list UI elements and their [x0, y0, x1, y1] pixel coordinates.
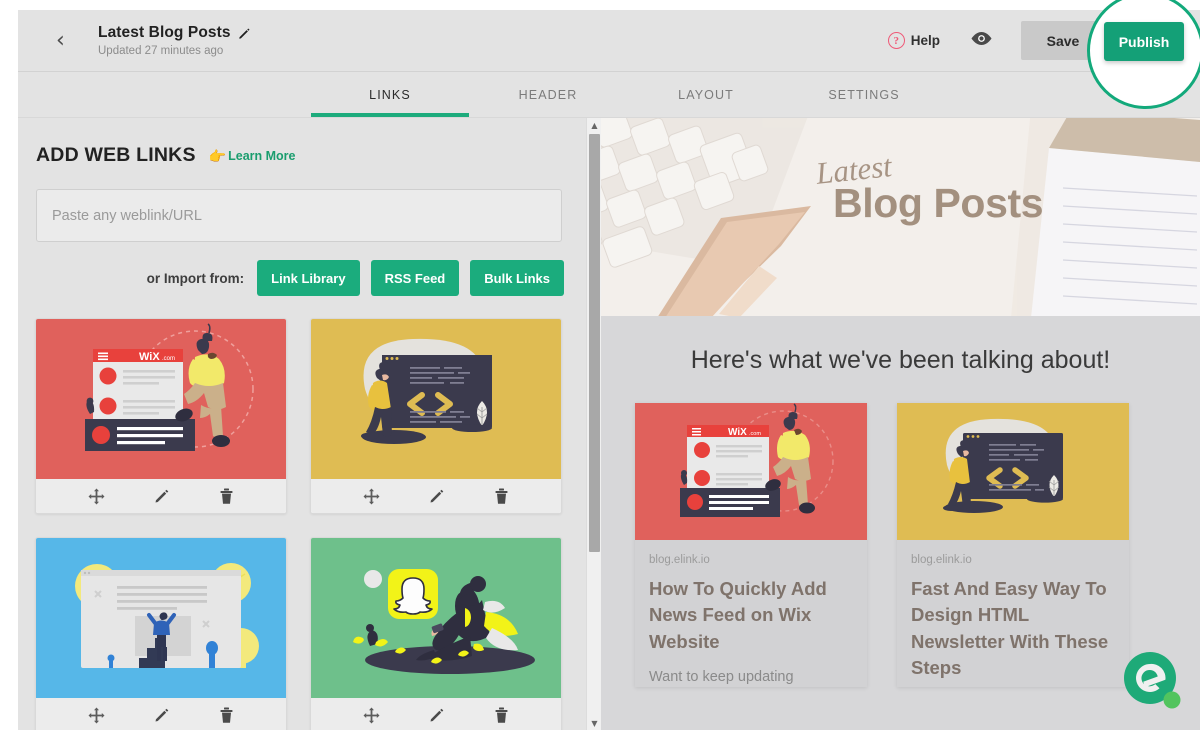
bulk-links-button[interactable]: Bulk Links — [470, 260, 564, 296]
link-card-website-ideas[interactable] — [35, 537, 287, 730]
app-root: ‹ Latest Blog Posts Updated 27 minutes a… — [0, 0, 1200, 730]
panel-scrollbar[interactable]: ▲ ▼ — [586, 118, 601, 730]
add-web-links-panel: ADD WEB LINKS 👉 Learn More or Import fro… — [18, 118, 586, 730]
preview-hero-banner: Latest Blog Posts — [601, 118, 1200, 316]
tab-links-label: LINKS — [369, 87, 411, 102]
tab-links[interactable]: LINKS — [311, 72, 469, 117]
svg-text:.com: .com — [749, 431, 761, 437]
move-icon[interactable] — [88, 707, 105, 724]
help-button[interactable]: ? Help — [887, 32, 940, 49]
top-toolbar: ‹ Latest Blog Posts Updated 27 minutes a… — [18, 10, 1200, 72]
rss-feed-button[interactable]: RSS Feed — [370, 260, 460, 296]
pointing-hand-icon: 👉 — [208, 147, 227, 164]
card-actions — [36, 698, 286, 730]
preview-card-thumbnail: WiX .com — [635, 403, 867, 540]
pencil-icon[interactable] — [154, 707, 170, 723]
card-actions — [311, 698, 561, 730]
tab-header[interactable]: HEADER — [469, 72, 627, 117]
card-thumbnail — [311, 538, 561, 698]
help-label: Help — [910, 33, 940, 48]
preview-card-title: Fast And Easy Way To Design HTML Newslet… — [911, 578, 1109, 678]
trash-icon[interactable] — [219, 707, 234, 724]
tab-header-label: HEADER — [518, 87, 578, 102]
updated-timestamp: Updated 27 minutes ago — [98, 45, 224, 57]
pencil-icon[interactable] — [154, 488, 170, 504]
chevron-up-icon[interactable]: ▲ — [587, 118, 602, 132]
preview-card-wix[interactable]: WiX .com blog.elink.io How To Quickly Ad… — [635, 403, 867, 688]
move-icon[interactable] — [363, 707, 380, 724]
trash-icon[interactable] — [494, 488, 509, 505]
learn-more-link[interactable]: 👉 Learn More — [209, 149, 296, 163]
scrollbar-thumb[interactable] — [589, 134, 600, 552]
pencil-icon[interactable] — [429, 488, 445, 504]
import-from-label: or Import from: — [146, 270, 245, 286]
preview-card-html-newsletter[interactable]: blog.elink.io Fast And Easy Way To Desig… — [897, 403, 1129, 688]
chevron-down-icon[interactable]: ▼ — [587, 716, 602, 730]
preview-card-description: Want to keep updating — [649, 668, 794, 685]
preview-card-title: How To Quickly Add News Feed on Wix Webs… — [649, 578, 827, 652]
preview-panel: Latest Blog Posts Here's what we've been… — [601, 118, 1200, 730]
learn-more-label: Learn More — [228, 148, 296, 163]
tab-layout[interactable]: LAYOUT — [627, 72, 785, 117]
tab-settings[interactable]: SETTINGS — [785, 72, 943, 117]
preview-eye-button[interactable] — [970, 31, 993, 51]
hero-title-text: Blog Posts — [833, 180, 1044, 226]
eye-icon — [970, 31, 993, 51]
svg-text:.com: .com — [162, 356, 175, 362]
trash-icon[interactable] — [219, 488, 234, 505]
editor-tabs: LINKS HEADER LAYOUT SETTINGS — [18, 72, 1200, 118]
question-circle-icon: ? — [887, 32, 905, 49]
preview-cards: WiX .com blog.elink.io How To Quickly Ad… — [635, 403, 1200, 688]
import-row: or Import from: Link Library RSS Feed Bu… — [18, 260, 564, 296]
page-title: Latest Blog Posts — [98, 24, 231, 41]
panel-header: ADD WEB LINKS 👉 Learn More — [36, 144, 586, 167]
document-title-block: Latest Blog Posts Updated 27 minutes ago — [98, 24, 251, 57]
preview-card-body: blog.elink.io How To Quickly Add News Fe… — [635, 540, 867, 687]
card-actions — [36, 479, 286, 513]
preview-card-body: blog.elink.io Fast And Easy Way To Desig… — [897, 540, 1129, 681]
tab-settings-label: SETTINGS — [828, 87, 900, 102]
link-cards-grid: WiX .com — [35, 318, 586, 730]
card-thumbnail — [36, 538, 286, 698]
link-card-snapchat[interactable] — [310, 537, 562, 730]
elink-logo — [1122, 650, 1184, 712]
move-icon[interactable] — [88, 488, 105, 505]
svg-text:WiX: WiX — [728, 427, 747, 438]
card-actions — [311, 479, 561, 513]
preview-card-thumbnail — [897, 403, 1129, 540]
pencil-icon[interactable] — [238, 27, 251, 40]
link-card-html-code[interactable] — [310, 318, 562, 514]
trash-icon[interactable] — [494, 707, 509, 724]
tab-layout-label: LAYOUT — [678, 87, 734, 102]
back-button[interactable]: ‹ — [56, 29, 96, 52]
preview-card-source: blog.elink.io — [911, 554, 972, 566]
card-thumbnail: WiX .com — [36, 319, 286, 479]
weblink-url-input[interactable] — [36, 189, 562, 242]
preview-heading: Here's what we've been talking about! — [690, 346, 1111, 374]
card-thumbnail — [311, 319, 561, 479]
preview-card-source: blog.elink.io — [649, 554, 710, 566]
link-library-button[interactable]: Link Library — [257, 260, 360, 296]
publish-button[interactable]: Publish — [1104, 22, 1184, 61]
svg-text:WiX: WiX — [139, 351, 160, 363]
pencil-icon[interactable] — [429, 707, 445, 723]
panel-title: ADD WEB LINKS — [36, 144, 196, 166]
link-card-wix[interactable]: WiX .com — [35, 318, 287, 514]
move-icon[interactable] — [363, 488, 380, 505]
